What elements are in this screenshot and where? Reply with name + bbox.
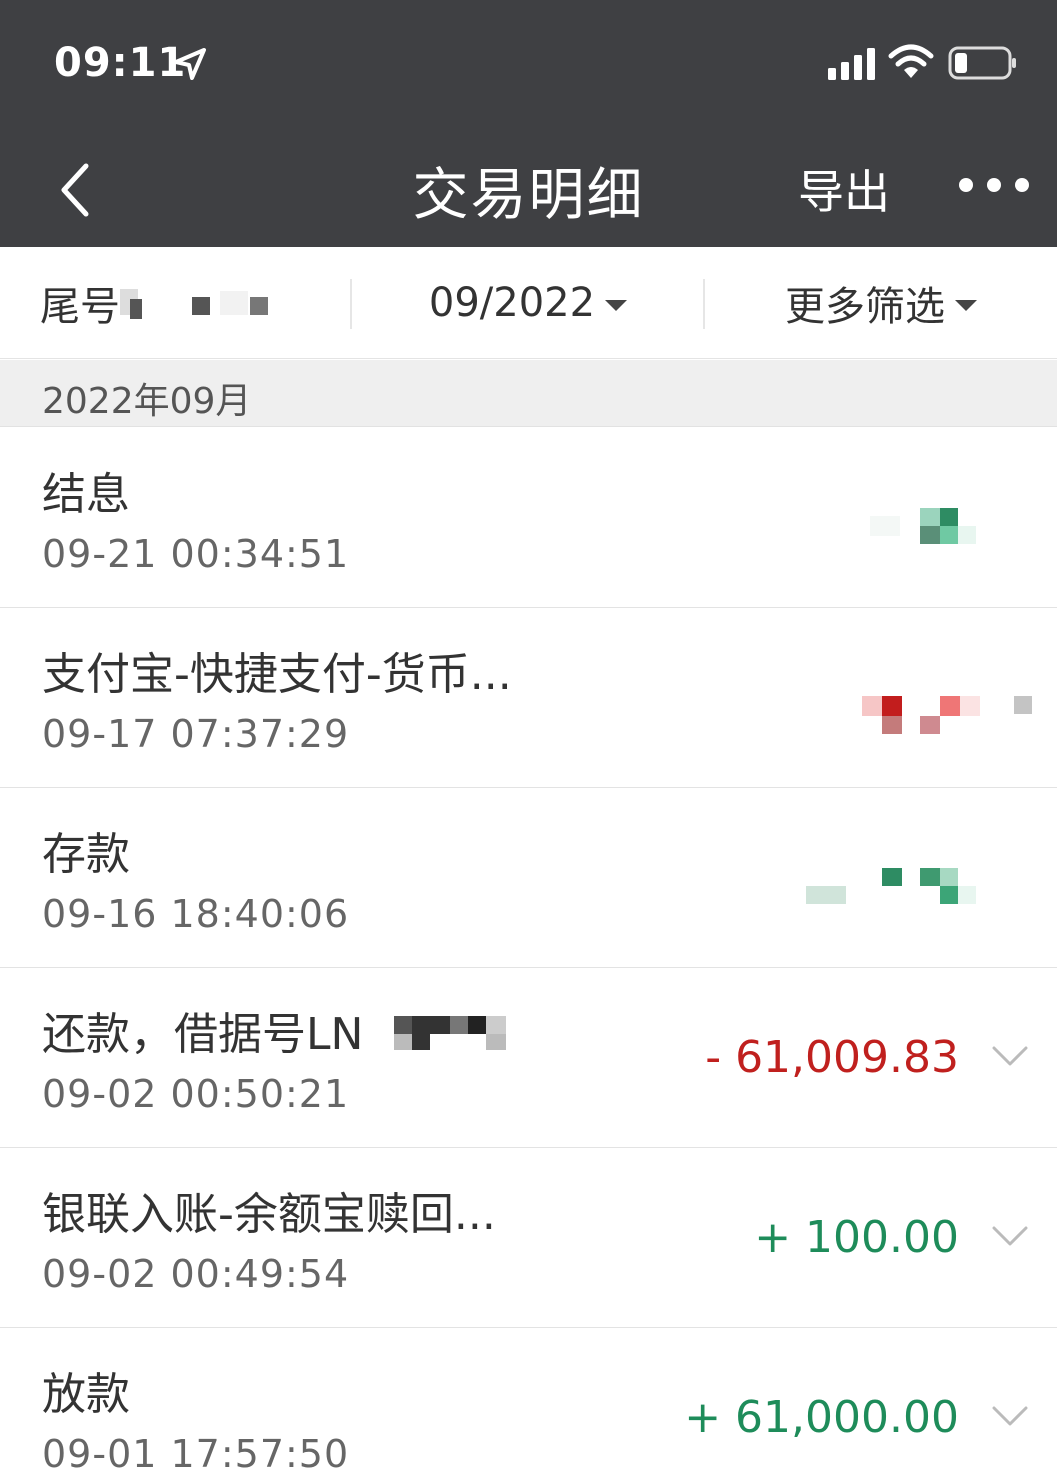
transaction-row[interactable]: 还款，借据号LN 09-02 00:50:21 - 61,009.83: [0, 968, 1057, 1148]
transaction-time: 09-21 00:34:51: [42, 532, 350, 576]
filter-bar: 尾号 09/2022 更多筛选: [0, 247, 1057, 359]
transaction-title: 存款: [42, 829, 130, 880]
transaction-title: 还款，借据号LN: [42, 1009, 364, 1060]
location-arrow-icon: [174, 48, 206, 80]
transaction-time: 09-02 00:50:21: [42, 1072, 350, 1116]
transaction-row[interactable]: 存款 09-16 18:40:06: [0, 788, 1057, 968]
transaction-title: 结息: [42, 469, 130, 520]
transaction-amount: + 100.00: [754, 1212, 959, 1263]
transaction-title: 银联入账-余额宝赎回...: [42, 1189, 496, 1240]
transaction-row[interactable]: 放款 09-01 17:57:50 + 61,000.00: [0, 1328, 1057, 1477]
battery-icon: [948, 46, 1016, 80]
cellular-signal-icon: [828, 48, 875, 80]
transaction-time: 09-02 00:49:54: [42, 1252, 350, 1296]
more-options-icon[interactable]: [956, 174, 1032, 196]
page-title: 交易明细: [412, 163, 645, 228]
account-filter-label: 尾号: [40, 284, 120, 330]
more-filter[interactable]: 更多筛选: [705, 247, 1057, 359]
wifi-icon: [888, 44, 934, 78]
transaction-row[interactable]: 银联入账-余额宝赎回... 09-02 00:49:54 + 100.00: [0, 1148, 1057, 1328]
transaction-time: 09-01 17:57:50: [42, 1432, 350, 1476]
app-header: 09:11 交易明细 导出: [0, 0, 1057, 247]
transaction-title: 放款: [42, 1369, 130, 1420]
section-label: 2022年09月: [42, 381, 252, 422]
dropdown-caret-icon: [605, 299, 628, 311]
month-filter-label: 09/2022: [428, 280, 596, 326]
transaction-time: 09-16 18:40:06: [42, 892, 350, 936]
month-section-header: 2022年09月: [0, 360, 1057, 427]
transaction-amount: - 61,009.83: [705, 1032, 959, 1083]
transaction-time: 09-17 07:37:29: [42, 712, 350, 756]
transaction-row[interactable]: 支付宝-快捷支付-货币... 09-17 07:37:29: [0, 608, 1057, 788]
chevron-down-icon[interactable]: [990, 1224, 1030, 1248]
dropdown-caret-icon: [955, 299, 977, 311]
more-filter-label: 更多筛选: [785, 284, 945, 330]
transaction-row[interactable]: 结息 09-21 00:34:51: [0, 428, 1057, 608]
chevron-down-icon[interactable]: [990, 1044, 1030, 1068]
redacted-account-number: [120, 289, 268, 319]
transaction-title: 支付宝-快捷支付-货币...: [42, 649, 512, 700]
status-time: 09:11: [54, 40, 187, 86]
transaction-amount: + 61,000.00: [684, 1392, 959, 1443]
chevron-down-icon[interactable]: [990, 1404, 1030, 1428]
account-filter[interactable]: 尾号: [40, 247, 330, 359]
month-filter[interactable]: 09/2022: [352, 247, 704, 359]
redacted-loan-number: [394, 1016, 506, 1050]
export-button[interactable]: 导出: [798, 156, 890, 222]
redacted-amount: [870, 508, 976, 544]
redacted-amount: [806, 868, 976, 904]
redacted-amount: [862, 696, 1032, 734]
